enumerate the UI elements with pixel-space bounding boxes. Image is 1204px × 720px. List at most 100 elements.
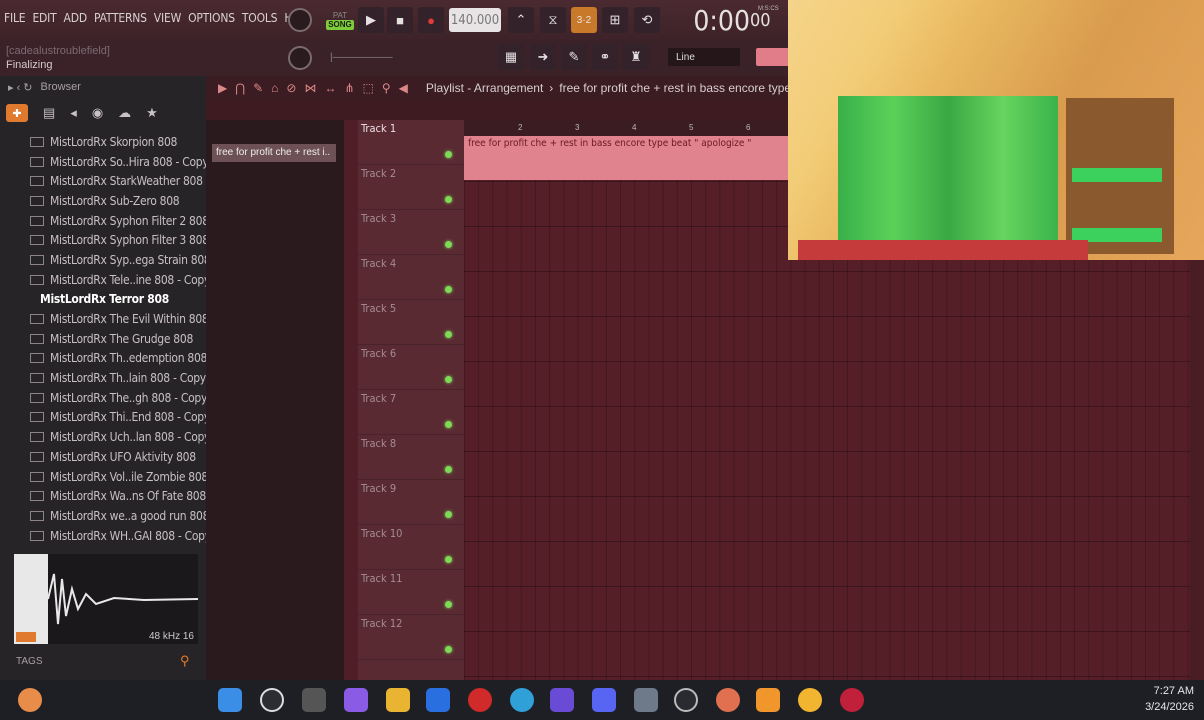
browser-item[interactable]: MistLordRx we..a good run 808 — [0, 506, 206, 526]
track-header[interactable]: Track 1 — [358, 120, 464, 165]
globe-icon[interactable]: ◉ — [92, 105, 103, 121]
track-enable-led[interactable] — [445, 556, 452, 563]
browser-item[interactable]: MistLordRx Terror 808 — [0, 290, 206, 310]
menu-view[interactable]: VIEW — [154, 11, 181, 25]
cloud-icon[interactable]: ☁ — [118, 105, 131, 121]
track-enable-led[interactable] — [445, 376, 452, 383]
browser-item[interactable]: MistLordRx The..gh 808 - Copy — [0, 388, 206, 408]
record-button[interactable]: ● — [418, 7, 444, 33]
track-header[interactable]: Track 11 — [358, 570, 464, 615]
track-enable-led[interactable] — [445, 241, 452, 248]
opera-icon[interactable] — [468, 688, 492, 712]
track-header[interactable]: Track 5 — [358, 300, 464, 345]
menu-options[interactable]: OPTIONS — [188, 11, 235, 25]
main-volume-slider[interactable]: |—————— — [330, 50, 430, 64]
track-header[interactable]: Track 3 — [358, 210, 464, 255]
menu-add[interactable]: ADD — [64, 11, 88, 25]
track-header[interactable]: Track 6 — [358, 345, 464, 390]
browser-item[interactable]: MistLordRx Thi..End 808 - Copy — [0, 408, 206, 428]
track-enable-led[interactable] — [445, 331, 452, 338]
browser-item[interactable]: MistLordRx Th..edemption 808 — [0, 349, 206, 369]
fl-studio-icon[interactable] — [756, 688, 780, 712]
browser-item[interactable]: MistLordRx Uch..lan 808 - Copy — [0, 427, 206, 447]
start-icon[interactable] — [218, 688, 242, 712]
countdown-button[interactable]: 3·2 — [571, 7, 597, 33]
search-icon[interactable]: ⚲ — [180, 653, 190, 669]
brush-button[interactable]: ✎ — [561, 44, 587, 70]
browser-item[interactable]: MistLordRx Skorpion 808 — [0, 132, 206, 152]
menu-tools[interactable]: TOOLS — [242, 11, 278, 25]
stop-button[interactable]: ■ — [387, 7, 413, 33]
weather-icon[interactable] — [18, 688, 42, 712]
plugin-button[interactable]: ♜ — [623, 44, 649, 70]
menu-patterns[interactable]: PATTERNS — [94, 11, 147, 25]
mail-icon[interactable] — [426, 688, 450, 712]
menu-file[interactable]: FILE — [4, 11, 26, 25]
track-enable-led[interactable] — [445, 286, 452, 293]
browser-menu-icon[interactable]: ▸ ‹ ↻ — [8, 81, 33, 94]
play-icon[interactable]: ▶ — [218, 81, 227, 95]
master-volume-knob[interactable] — [288, 8, 312, 32]
piano-roll-button[interactable]: ▦ — [498, 44, 524, 70]
track-header[interactable]: Track 7 — [358, 390, 464, 435]
magnet-icon[interactable]: ⋂ — [235, 81, 245, 95]
track-enable-led[interactable] — [445, 196, 452, 203]
clip-source-item[interactable]: free for profit che + rest i.. — [212, 144, 336, 162]
browser-item[interactable]: MistLordRx UFO Aktivity 808 — [0, 447, 206, 467]
select-icon[interactable]: ⬚ — [363, 81, 374, 95]
pencil-icon[interactable]: ✎ — [253, 81, 263, 95]
camera-icon[interactable] — [634, 688, 658, 712]
track-enable-led[interactable] — [445, 511, 452, 518]
steam-icon[interactable] — [674, 688, 698, 712]
zoom-icon[interactable]: ⚲ — [382, 81, 391, 95]
link-button[interactable]: ⚭ — [592, 44, 618, 70]
search-icon[interactable] — [260, 688, 284, 712]
slice-icon[interactable]: ⋔ — [344, 81, 354, 95]
opera-gx-icon[interactable] — [840, 688, 864, 712]
track-header[interactable]: Track 9 — [358, 480, 464, 525]
play-button[interactable]: ▶ — [358, 7, 384, 33]
browser-item[interactable]: MistLordRx Syphon Filter 2 808 — [0, 211, 206, 231]
track-enable-led[interactable] — [445, 151, 452, 158]
system-tray-clock[interactable]: 7:27 AM 3/24/2026 — [1145, 683, 1194, 715]
track-enable-led[interactable] — [445, 601, 452, 608]
all-files-icon[interactable]: ✚ — [6, 104, 28, 122]
browser-item[interactable]: MistLordRx WH..GAI 808 - Copy — [0, 526, 206, 546]
tempo-display[interactable]: 140.000 — [449, 8, 501, 32]
track-header[interactable]: Track 10 — [358, 525, 464, 570]
browser-item[interactable]: MistLordRx StarkWeather 808 — [0, 171, 206, 191]
track-header[interactable]: Track 2 — [358, 165, 464, 210]
menu-edit[interactable]: EDIT — [32, 11, 56, 25]
chrome-icon[interactable] — [798, 688, 822, 712]
browser-item[interactable]: MistLordRx Th..lain 808 - Copy — [0, 368, 206, 388]
track-header[interactable]: Track 8 — [358, 435, 464, 480]
discord-icon[interactable] — [592, 688, 616, 712]
browser-item[interactable]: MistLordRx Sub-Zero 808 — [0, 191, 206, 211]
star-icon[interactable]: ★ — [146, 105, 158, 121]
step-edit-button[interactable]: ⊞ — [602, 7, 628, 33]
copilot-icon[interactable] — [344, 688, 368, 712]
master-pitch-knob[interactable] — [288, 46, 312, 70]
edge-icon[interactable] — [510, 688, 534, 712]
app-icon[interactable] — [716, 688, 740, 712]
track-enable-led[interactable] — [445, 646, 452, 653]
sample-preview[interactable]: 48 kHz 16 — [14, 554, 199, 644]
playlist-arrow-button[interactable]: ➜ — [530, 44, 556, 70]
speaker-icon[interactable]: ◀ — [399, 81, 408, 95]
task-view-icon[interactable] — [302, 688, 326, 712]
browser-item[interactable]: MistLordRx Wa..ns Of Fate 808 — [0, 486, 206, 506]
plugin-db-icon[interactable]: ◂ — [70, 105, 77, 121]
mute-icon[interactable]: ⋈ — [304, 81, 316, 95]
file-explorer-icon[interactable] — [386, 688, 410, 712]
track-header[interactable]: Track 12 — [358, 615, 464, 660]
delete-icon[interactable]: ⊘ — [286, 81, 296, 95]
snap-select[interactable]: Line — [668, 48, 740, 66]
browser-item[interactable]: MistLordRx Vol..ile Zombie 808 — [0, 467, 206, 487]
video-editor-icon[interactable] — [550, 688, 574, 712]
slip-icon[interactable]: ↔ — [324, 81, 336, 95]
browser-item[interactable]: MistLordRx Syp..ega Strain 808 — [0, 250, 206, 270]
track-enable-led[interactable] — [445, 421, 452, 428]
pat-song-toggle[interactable]: PAT SONG — [326, 8, 354, 34]
browser-item[interactable]: MistLordRx The Grudge 808 — [0, 329, 206, 349]
browser-item[interactable]: MistLordRx Tele..ine 808 - Copy — [0, 270, 206, 290]
